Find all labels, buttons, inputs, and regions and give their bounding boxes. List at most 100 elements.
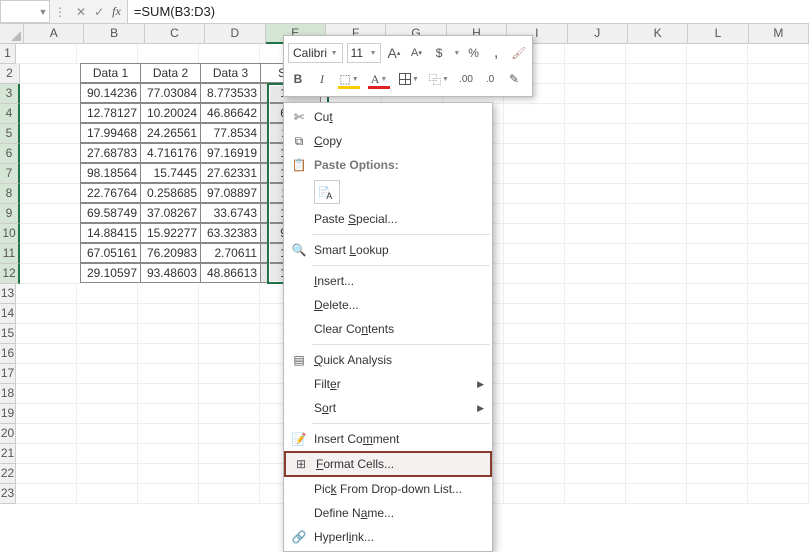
cell[interactable] — [138, 284, 199, 304]
borders-icon[interactable]: ▼ — [396, 69, 422, 89]
cell[interactable]: 15.92277 — [140, 223, 201, 243]
enter-icon[interactable]: ✓ — [94, 5, 104, 19]
cell[interactable] — [626, 344, 687, 364]
row-header[interactable]: 19 — [0, 404, 16, 424]
cell[interactable] — [687, 204, 748, 224]
cell[interactable] — [748, 404, 809, 424]
cell[interactable] — [504, 384, 565, 404]
row-header[interactable]: 2 — [0, 64, 20, 84]
cell[interactable]: 63.32383 — [200, 223, 261, 243]
format-painter-icon[interactable]: ✎ — [504, 69, 524, 89]
name-box[interactable]: ▼ — [0, 0, 50, 23]
menu-filter[interactable]: Filter ▶ — [284, 372, 492, 396]
cell[interactable] — [626, 104, 687, 124]
cell[interactable] — [565, 364, 626, 384]
row-header[interactable]: 7 — [0, 164, 20, 184]
cell[interactable] — [748, 124, 809, 144]
cell[interactable] — [565, 44, 626, 64]
cell[interactable]: 2.70611 — [200, 243, 261, 263]
cell[interactable] — [565, 444, 626, 464]
cell[interactable]: 17.99468 — [80, 123, 141, 143]
cell[interactable] — [77, 424, 138, 444]
cell[interactable]: 67.05161 — [80, 243, 141, 263]
cell[interactable] — [199, 404, 260, 424]
row-header[interactable]: 13 — [0, 284, 16, 304]
cell[interactable] — [626, 444, 687, 464]
format-painter-icon[interactable]: 🖌 — [509, 43, 528, 63]
cell[interactable] — [199, 384, 260, 404]
cell[interactable] — [20, 184, 81, 204]
cell[interactable] — [504, 184, 565, 204]
menu-hyperlink[interactable]: 🔗 Hyperlink... — [284, 525, 492, 549]
cell[interactable] — [16, 404, 77, 424]
cell[interactable] — [687, 444, 748, 464]
cell[interactable]: 27.62331 — [200, 163, 261, 183]
cell[interactable] — [565, 104, 626, 124]
menu-delete[interactable]: Delete... — [284, 293, 492, 317]
cell[interactable] — [687, 324, 748, 344]
cell[interactable] — [687, 384, 748, 404]
cell[interactable] — [626, 244, 687, 264]
cell[interactable] — [504, 104, 565, 124]
cell[interactable] — [504, 364, 565, 384]
cell[interactable] — [16, 464, 77, 484]
row-header[interactable]: 16 — [0, 344, 16, 364]
row-header[interactable]: 22 — [0, 464, 16, 484]
cell[interactable] — [687, 244, 748, 264]
cell[interactable] — [16, 424, 77, 444]
cell[interactable] — [748, 64, 809, 84]
col-header-K[interactable]: K — [628, 24, 688, 43]
comma-icon[interactable]: , — [487, 43, 506, 63]
font-select[interactable]: Calibri ▼ — [288, 43, 343, 63]
cancel-icon[interactable]: ✕ — [76, 5, 86, 19]
cell[interactable] — [504, 344, 565, 364]
cell[interactable] — [687, 424, 748, 444]
cell[interactable] — [77, 464, 138, 484]
row-header[interactable]: 17 — [0, 364, 16, 384]
cell[interactable] — [565, 164, 626, 184]
row-header[interactable]: 20 — [0, 424, 16, 444]
cell[interactable] — [748, 284, 809, 304]
cell[interactable]: 24.26561 — [140, 123, 201, 143]
cell[interactable] — [748, 164, 809, 184]
cell[interactable] — [626, 84, 687, 104]
cell[interactable]: 22.76764 — [80, 183, 141, 203]
cell[interactable] — [748, 184, 809, 204]
cell[interactable] — [687, 284, 748, 304]
cell[interactable]: 97.16919 — [200, 143, 261, 163]
cell[interactable]: 10.20024 — [140, 103, 201, 123]
cell[interactable] — [748, 104, 809, 124]
italic-button[interactable]: I — [312, 69, 332, 89]
cell[interactable] — [626, 324, 687, 344]
cell[interactable] — [16, 384, 77, 404]
cell[interactable]: 8.773533 — [200, 83, 261, 103]
cell[interactable] — [626, 264, 687, 284]
menu-clear-contents[interactable]: Clear Contents — [284, 317, 492, 341]
cell[interactable] — [748, 464, 809, 484]
cell[interactable] — [687, 404, 748, 424]
cell[interactable] — [199, 424, 260, 444]
col-header-D[interactable]: D — [205, 24, 265, 43]
cell[interactable] — [565, 144, 626, 164]
cell[interactable]: 46.86642 — [200, 103, 261, 123]
cell[interactable]: 77.03084 — [140, 83, 201, 103]
cell[interactable] — [626, 224, 687, 244]
menu-copy[interactable]: ⧉ Copy — [284, 129, 492, 153]
cell[interactable] — [687, 224, 748, 244]
cell[interactable] — [77, 324, 138, 344]
menu-quick-analysis[interactable]: ▤ Quick Analysis — [284, 348, 492, 372]
cell[interactable] — [626, 284, 687, 304]
menu-smart-lookup[interactable]: 🔍 Smart Lookup — [284, 238, 492, 262]
cell[interactable] — [504, 484, 565, 504]
fill-color-icon[interactable]: ⬚▼ — [336, 69, 362, 89]
font-size-select[interactable]: 11 ▼ — [347, 43, 381, 63]
cell[interactable] — [626, 184, 687, 204]
cell[interactable]: 69.58749 — [80, 203, 141, 223]
cell[interactable]: Data 3 — [200, 63, 261, 83]
cell[interactable] — [504, 424, 565, 444]
cell[interactable] — [565, 184, 626, 204]
row-header[interactable]: 18 — [0, 384, 16, 404]
cell[interactable] — [199, 464, 260, 484]
cell[interactable] — [77, 444, 138, 464]
currency-icon[interactable]: $ — [430, 43, 449, 63]
